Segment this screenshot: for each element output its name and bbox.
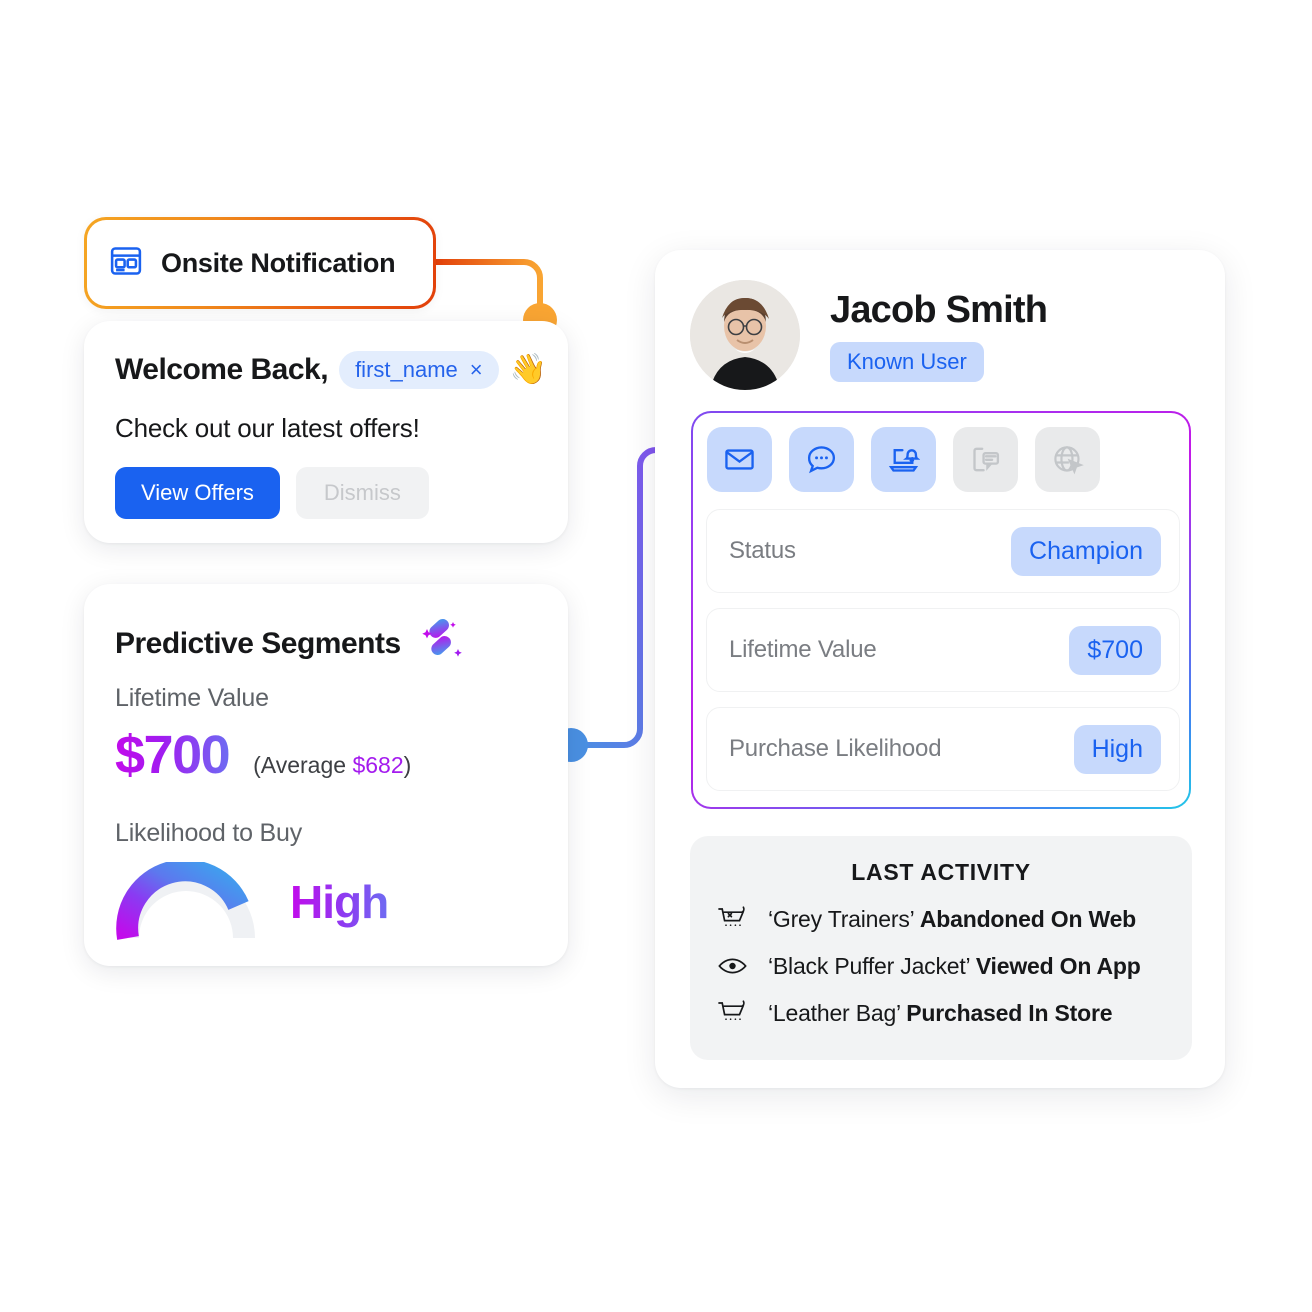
email-icon[interactable] (707, 427, 772, 492)
last-activity-list: ‘Grey Trainers’ Abandoned On Web ‘Black … (716, 904, 1141, 1028)
likelihood-to-buy-label: Likelihood to Buy (115, 819, 303, 847)
predictive-segments-title: Predictive Segments (115, 626, 401, 660)
first-name-token-chip[interactable]: first_name × (339, 351, 499, 389)
table-row: Lifetime Value $700 (706, 608, 1180, 692)
lifetime-value-row: $700 (Average $682) (115, 724, 411, 786)
cart-abandoned-icon (716, 904, 750, 934)
likelihood-gauge (116, 862, 255, 940)
onsite-notification-label: Onsite Notification (161, 247, 396, 278)
activity-text: ‘Grey Trainers’ Abandoned On Web (768, 906, 1136, 933)
channel-icon-row (707, 427, 1100, 492)
dismiss-button[interactable]: Dismiss (295, 467, 429, 519)
predictive-segments-header: Predictive Segments (115, 618, 465, 669)
average-amount: $682 (352, 752, 404, 778)
in-app-message-icon[interactable] (789, 427, 854, 492)
activity-text: ‘Leather Bag’ Purchased In Store (768, 999, 1113, 1027)
view-offers-button[interactable]: View Offers (115, 467, 280, 519)
stat-label: Status (729, 537, 796, 564)
list-item: ‘Leather Bag’ Purchased In Store (716, 998, 1141, 1028)
activity-action: Purchased In Store (906, 999, 1113, 1026)
cart-icon (716, 998, 750, 1028)
likelihood-value: High (290, 876, 389, 928)
lifetime-value-amount: $700 (115, 725, 231, 785)
purchase-likelihood-badge: High (1073, 724, 1161, 774)
status-badge: Champion (1011, 526, 1161, 576)
known-user-badge: Known User (830, 341, 984, 382)
stat-label: Lifetime Value (729, 636, 877, 663)
last-activity-section: LAST ACTIVITY ‘Grey Trainers’ Abandoned … (690, 836, 1192, 1060)
onsite-window-icon (109, 244, 143, 283)
lifetime-value-label: Lifetime Value (115, 684, 269, 712)
close-icon[interactable]: × (470, 359, 483, 381)
channel-and-stats-block: Status Champion Lifetime Value $700 Purc… (691, 411, 1191, 809)
activity-item-name: ‘Black Puffer Jacket’ (768, 952, 976, 979)
eye-icon (716, 951, 750, 981)
list-item: ‘Grey Trainers’ Abandoned On Web (716, 904, 1141, 934)
lifetime-value-average: (Average $682) (253, 752, 411, 779)
average-suffix: ) (403, 752, 412, 778)
onsite-notification-badge[interactable]: Onsite Notification (84, 217, 436, 309)
token-label: first_name (355, 357, 458, 382)
list-item: ‘Black Puffer Jacket’ Viewed On App (716, 951, 1141, 981)
activity-item-name: ‘Leather Bag’ (768, 999, 907, 1026)
waving-hand-icon: 👋 (509, 353, 547, 386)
stat-label: Purchase Likelihood (729, 735, 942, 762)
canvas: Onsite Notification Welcome Back, first_… (0, 0, 1312, 1312)
lifetime-value-badge: $700 (1069, 625, 1161, 675)
table-row: Status Champion (706, 509, 1180, 593)
likelihood-gauge-row: High (112, 862, 389, 942)
sparkle-segments-icon (419, 618, 465, 669)
avatar (690, 280, 800, 390)
table-row: Purchase Likelihood High (706, 707, 1180, 791)
web-personalization-icon[interactable] (1035, 427, 1100, 492)
welcome-subtitle: Check out our latest offers! (115, 413, 420, 443)
predictive-segments-card: Predictive Segments Lifetime Value $700 … (84, 584, 568, 966)
push-notification-icon[interactable] (871, 427, 936, 492)
last-activity-title: LAST ACTIVITY (851, 859, 1031, 885)
average-prefix: (Average (253, 752, 353, 778)
activity-item-name: ‘Grey Trainers’ (768, 905, 920, 932)
sms-icon[interactable] (953, 427, 1018, 492)
activity-action: Abandoned On Web (919, 905, 1137, 932)
welcome-button-row: View Offers Dismiss (115, 467, 429, 519)
activity-text: ‘Black Puffer Jacket’ Viewed On App (768, 953, 1141, 980)
welcome-title-row: Welcome Back, first_name × 👋 (115, 351, 547, 389)
profile-header: Jacob Smith Known User (690, 280, 1048, 390)
welcome-back-card: Welcome Back, first_name × 👋 Check out o… (84, 321, 568, 543)
profile-name: Jacob Smith (830, 288, 1048, 331)
activity-action: Viewed On App (975, 952, 1141, 979)
profile-meta: Jacob Smith Known User (830, 288, 1048, 382)
welcome-title: Welcome Back, (115, 353, 329, 386)
